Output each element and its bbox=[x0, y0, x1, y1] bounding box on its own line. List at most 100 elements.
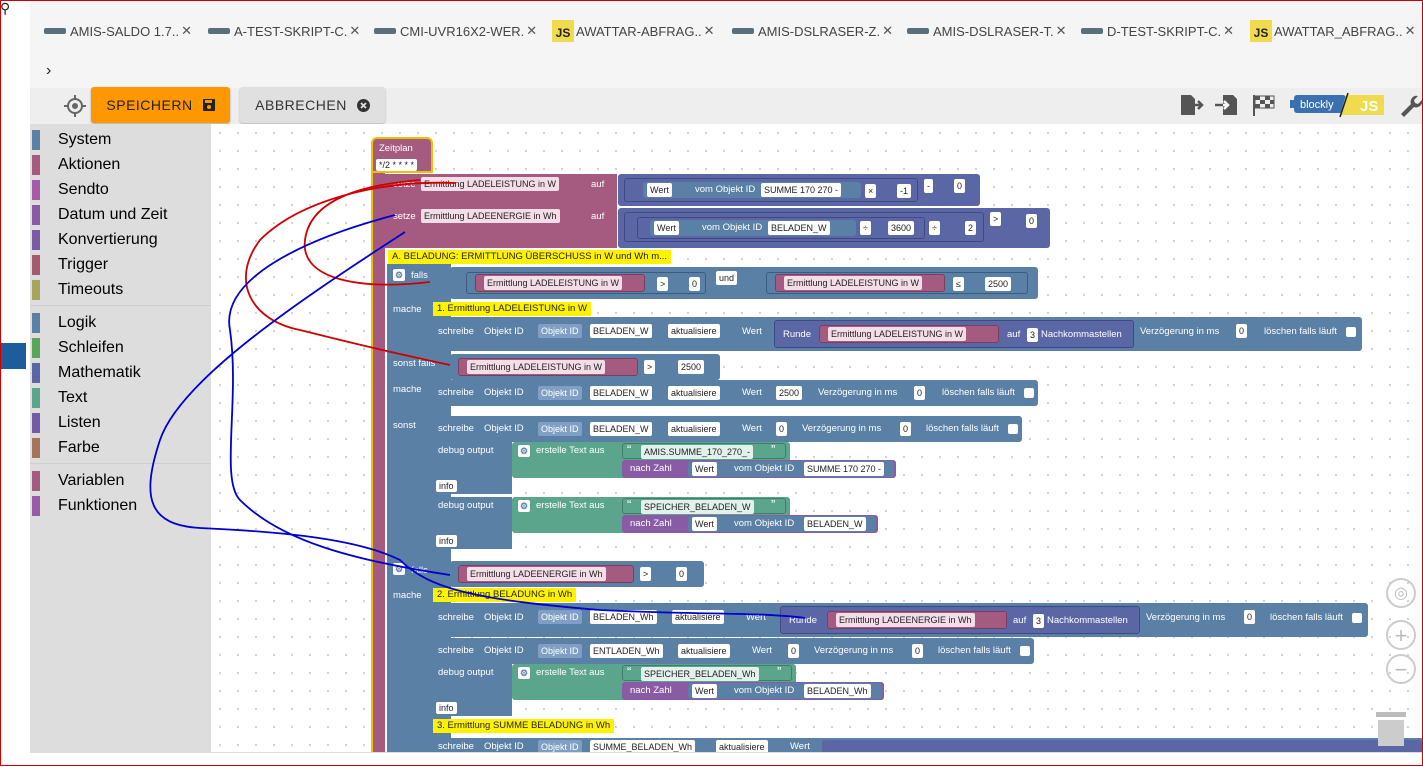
operator-dropdown[interactable]: ≤ bbox=[953, 277, 964, 291]
tab-script[interactable]: AMIS-SALDO 1.7.. ✕ bbox=[44, 18, 192, 44]
text-literal-block[interactable]: “ SPEICHER_BELADEN_Wh ” bbox=[622, 664, 792, 681]
object-id-field[interactable]: BELADEN_W bbox=[590, 386, 652, 400]
operator-dropdown[interactable]: × bbox=[865, 184, 877, 198]
operator-dropdown[interactable]: > bbox=[640, 567, 652, 581]
number-field[interactable]: 0 bbox=[1236, 324, 1248, 338]
close-icon[interactable]: ✕ bbox=[349, 23, 360, 39]
number-field[interactable]: 2500 bbox=[985, 277, 1012, 291]
variable-get-block[interactable]: Ermittlung LADELEISTUNG in W bbox=[775, 274, 945, 292]
number-field[interactable]: 0 bbox=[676, 567, 688, 581]
write-state-block[interactable]: schreibe Objekt ID Objekt ID SUMME_BELAD… bbox=[432, 738, 1423, 752]
action-dropdown[interactable]: aktualisiere bbox=[716, 740, 768, 752]
crosshair-icon[interactable] bbox=[62, 93, 88, 119]
set-variable-block[interactable]: setze Ermittlung LADELEISTUNG in W auf bbox=[385, 174, 617, 206]
compare-block[interactable]: Ermittlung LADELEISTUNG in W > 2500 bbox=[450, 354, 720, 380]
comment-beladung[interactable]: A. BELADUNG: ERMITTLUNG ÜBERSCHUSS in W … bbox=[388, 250, 672, 264]
compare-block[interactable]: Ermittlung LADEENERGIE in Wh > 0 bbox=[450, 561, 704, 587]
get-value-block[interactable]: Wert vom Objekt ID SUMME 170 270 - bbox=[688, 461, 894, 477]
number-field[interactable]: 0 bbox=[776, 422, 788, 436]
blockly-js-toggle[interactable]: blockly JS bbox=[1290, 92, 1386, 118]
write-state-block[interactable]: schreibe Objekt ID Objekt ID BELADEN_W a… bbox=[432, 416, 1022, 442]
wert-dropdown[interactable]: Wert bbox=[692, 517, 717, 531]
math-arithmetic-block[interactable]: Wert vom Objekt ID SUMME 170 270 - × -1 … bbox=[618, 174, 980, 206]
action-dropdown[interactable]: aktualisiere bbox=[678, 644, 730, 658]
text-field[interactable]: SPEICHER_BELADEN_Wh bbox=[641, 667, 759, 681]
math-divide-block[interactable]: Wert vom Objekt ID BELADEN_W ÷ 3600 bbox=[637, 217, 925, 239]
number-field[interactable]: 3600 bbox=[888, 221, 915, 235]
get-value-block[interactable]: Wert vom Objekt ID BELADEN_W bbox=[650, 220, 856, 236]
import-icon[interactable] bbox=[1214, 92, 1240, 118]
close-icon[interactable]: ✕ bbox=[1056, 23, 1067, 39]
convert-to-number-block[interactable]: nach Zahl Wert vom Objekt ID BELADEN_Wh bbox=[622, 682, 884, 700]
text-field[interactable]: AMIS.SUMME_170_270_- bbox=[641, 445, 754, 459]
math-round-block[interactable] bbox=[822, 740, 1422, 752]
operator-dropdown[interactable]: > bbox=[644, 360, 656, 374]
get-value-block[interactable]: Wert vom Objekt ID SUMME 170 270 - bbox=[643, 182, 861, 198]
variable-dropdown[interactable]: Ermittlung LADEENERGIE in Wh bbox=[467, 567, 606, 581]
object-id-field[interactable]: SUMME_BELADEN_Wh bbox=[590, 740, 696, 752]
wert-dropdown[interactable]: Wert bbox=[647, 183, 672, 197]
number-field[interactable]: 0 bbox=[954, 179, 966, 193]
tab-script[interactable]: JS AWATTAR_ABFRAG.. ✕ bbox=[1250, 18, 1415, 44]
variable-dropdown[interactable]: Ermittlung LADEENERGIE in Wh bbox=[421, 209, 560, 223]
object-id-field[interactable]: BELADEN_W bbox=[768, 221, 830, 235]
left-nav-marker[interactable] bbox=[0, 343, 26, 369]
logic-operator-dropdown[interactable]: und bbox=[716, 271, 738, 285]
number-field[interactable]: 0 bbox=[912, 644, 924, 658]
comment-summe-beladung[interactable]: 3. Ermittlung SUMME BELADUNG in Wh bbox=[433, 719, 615, 733]
gear-icon[interactable]: ⚙ bbox=[518, 445, 530, 457]
log-level-dropdown[interactable]: info bbox=[436, 480, 457, 492]
log-level-dropdown[interactable]: info bbox=[436, 535, 457, 547]
variable-dropdown[interactable]: Ermittlung LADELEISTUNG in W bbox=[828, 327, 967, 341]
checkbox[interactable] bbox=[1346, 327, 1356, 337]
operator-dropdown[interactable]: ÷ bbox=[860, 221, 871, 235]
close-icon[interactable]: ✕ bbox=[882, 23, 893, 39]
compare-block[interactable]: Ermittlung LADELEISTUNG in W ≤ 2500 bbox=[766, 272, 1028, 294]
checkbox[interactable] bbox=[1352, 613, 1362, 623]
gear-icon[interactable]: ⚙ bbox=[518, 667, 530, 679]
wrench-icon[interactable] bbox=[1396, 92, 1422, 118]
debug-output-block[interactable]: debug output info bbox=[432, 497, 512, 549]
chevron-right-icon[interactable]: › bbox=[46, 62, 51, 80]
cancel-button[interactable]: ABBRECHEN bbox=[240, 87, 385, 123]
action-dropdown[interactable]: aktualisiere bbox=[668, 324, 720, 338]
close-icon[interactable]: ✕ bbox=[526, 23, 537, 39]
checkered-flag-icon[interactable] bbox=[1250, 92, 1276, 118]
variable-get-block[interactable]: Ermittlung LADELEISTUNG in W bbox=[458, 358, 638, 376]
number-field[interactable]: 0 bbox=[689, 277, 701, 291]
math-divide-block[interactable]: Wert vom Objekt ID BELADEN_W ÷ 3600 ÷ 2 bbox=[624, 212, 984, 242]
number-field[interactable]: 2500 bbox=[776, 386, 803, 400]
number-field[interactable]: 0 bbox=[900, 422, 912, 436]
operator-dropdown[interactable]: - bbox=[924, 179, 933, 193]
object-id-field[interactable]: SUMME 170 270 - bbox=[804, 462, 885, 476]
cron-field[interactable]: */2 * * * * bbox=[376, 159, 418, 171]
close-icon[interactable]: ✕ bbox=[1405, 23, 1416, 39]
text-literal-block[interactable]: “ SPEICHER_BELADEN_W ” bbox=[622, 497, 786, 514]
operator-dropdown[interactable]: ÷ bbox=[929, 221, 940, 235]
comment-beladung-wh[interactable]: 2. Ermittlung BELADUNG in Wh bbox=[433, 588, 577, 602]
write-state-block[interactable]: schreibe Objekt ID Objekt ID BELADEN_W a… bbox=[432, 317, 1362, 351]
object-id-field[interactable]: BELADEN_W bbox=[804, 517, 866, 531]
number-field[interactable]: 0 bbox=[788, 644, 800, 658]
number-field[interactable]: 3 bbox=[1033, 614, 1045, 628]
variable-dropdown[interactable]: Ermittlung LADELEISTUNG in W bbox=[467, 360, 606, 374]
tab-script[interactable]: AMIS-DSLRASER-T. ✕ bbox=[907, 18, 1067, 44]
variable-get-block[interactable]: Ermittlung LADELEISTUNG in W bbox=[475, 274, 645, 292]
compare-block[interactable]: Ermittlung LADELEISTUNG in W > 0 bbox=[466, 272, 706, 294]
variable-get-block[interactable]: Ermittlung LADEENERGIE in Wh bbox=[827, 611, 1007, 629]
get-value-block[interactable]: Wert vom Objekt ID BELADEN_Wh bbox=[688, 683, 882, 699]
wert-dropdown[interactable]: Wert bbox=[654, 221, 679, 235]
variable-get-block[interactable]: Ermittlung LADELEISTUNG in W bbox=[819, 325, 999, 343]
variable-dropdown[interactable]: Ermittlung LADELEISTUNG in W bbox=[421, 177, 560, 191]
export-icon[interactable] bbox=[1178, 92, 1204, 118]
number-field[interactable]: 2500 bbox=[678, 360, 705, 374]
write-state-block[interactable]: schreibe Objekt ID Objekt ID BELADEN_Wh … bbox=[432, 603, 1368, 637]
zoom-out-button[interactable]: − bbox=[1386, 654, 1416, 684]
debug-output-block[interactable]: debug output info bbox=[432, 442, 512, 494]
variable-dropdown[interactable]: Ermittlung LADELEISTUNG in W bbox=[484, 276, 623, 290]
trash-icon[interactable] bbox=[1372, 706, 1412, 746]
gear-icon[interactable]: ⚙ bbox=[393, 563, 405, 575]
action-dropdown[interactable]: aktualisiere bbox=[668, 386, 720, 400]
checkbox[interactable] bbox=[1008, 424, 1018, 434]
object-id-field[interactable]: BELADEN_Wh bbox=[804, 684, 871, 698]
